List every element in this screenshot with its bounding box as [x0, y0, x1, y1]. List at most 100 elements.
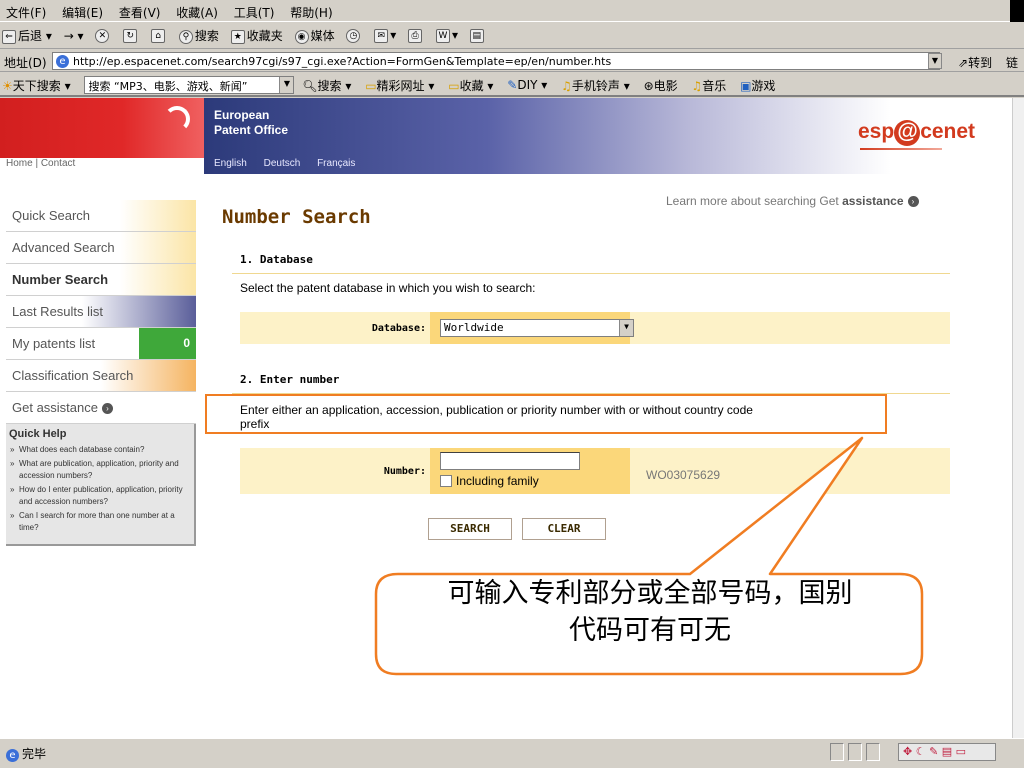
history-icon: ◷ [346, 28, 361, 43]
dropdown-icon[interactable]: ▼ [279, 77, 294, 93]
arrow-right-icon: › [907, 196, 919, 208]
toolbar-search-button[interactable]: 🔍︎搜索 ▾ [302, 77, 351, 94]
address-label: 地址(D) [4, 56, 47, 70]
web-page: Home | Contact European Patent Office En… [0, 98, 1012, 738]
home-contact-links[interactable]: Home | Contact [6, 158, 75, 169]
search-icon: ⚲ [178, 29, 193, 44]
lang-deutsch[interactable]: Deutsch [264, 158, 301, 169]
window-corner [1010, 0, 1024, 22]
page-title: Number Search [222, 206, 371, 228]
edit-icon: W [435, 28, 450, 43]
favorites-icon: ★ [230, 29, 245, 44]
espacenet-logo[interactable]: esp @ cenet [858, 120, 975, 146]
media-icon: ◉ [294, 29, 309, 44]
search-submit-button[interactable]: SEARCH [428, 518, 512, 540]
number-label: Number: [383, 466, 426, 477]
quick-help-title: Quick Help [9, 428, 67, 440]
address-url: http://ep.espacenet.com/search97cgi/s97_… [73, 55, 612, 68]
database-label: Database: [371, 323, 426, 334]
discuss-icon: ▤ [469, 28, 484, 43]
address-input[interactable]: e http://ep.espacenet.com/search97cgi/s9… [52, 52, 940, 70]
quick-help-link[interactable]: What are publication, application, prior… [9, 458, 191, 482]
menu-favorites[interactable]: 收藏(A) [170, 0, 224, 21]
sidebar-item-my-patents[interactable]: My patents list 0 [6, 328, 196, 360]
sidebar-item-classification-search[interactable]: Classification Search [6, 360, 196, 392]
music-note-icon: ♫ [561, 78, 572, 93]
logo-underline [860, 148, 942, 150]
edit-button[interactable]: W ▾ [435, 28, 458, 43]
highlight-box [205, 394, 887, 434]
search-button[interactable]: ⚲ 搜索 [178, 27, 219, 44]
forward-button[interactable]: → ▾ [64, 29, 84, 43]
toolbar-link-diy[interactable]: ✎DIY ▾ [507, 78, 547, 92]
print-icon: ⎙ [408, 28, 423, 43]
ie-page-icon: e [6, 749, 19, 762]
toolbar-search-input[interactable]: 搜索 “MP3、电影、游戏、新闻” ▼ [84, 76, 295, 94]
home-button[interactable]: ⌂ [151, 28, 167, 43]
menu-bar: 文件(F) 编辑(E) 查看(V) 收藏(A) 工具(T) 帮助(H) [0, 0, 1024, 22]
number-input[interactable] [440, 452, 580, 470]
go-arrow-icon: ⇗ [958, 56, 969, 70]
toolbar-link-games[interactable]: ▣游戏 [740, 77, 775, 94]
toolbar-link-favorites[interactable]: ▭收藏 ▾ [448, 77, 493, 94]
toolbar-link-sites[interactable]: ▭精彩网址 ▾ [365, 77, 434, 94]
vertical-scrollbar[interactable] [1012, 98, 1024, 738]
toolbar-link-music[interactable]: ♫音乐 [691, 77, 726, 94]
film-icon: ⊛ [643, 78, 654, 93]
epo-logo-area [0, 98, 204, 158]
sidebar-item-get-assistance[interactable]: Get assistance › [6, 392, 196, 424]
clear-button[interactable]: CLEAR [522, 518, 606, 540]
menu-file[interactable]: 文件(F) [0, 0, 52, 21]
print-button[interactable]: ⎙ [408, 28, 424, 43]
go-button[interactable]: ⇗转到 [958, 54, 992, 71]
back-button[interactable]: ⇐ 后退 ▾ [2, 27, 52, 44]
quick-help-link[interactable]: What does each database contain? [9, 444, 191, 456]
database-select[interactable]: Worldwide ▼ [440, 319, 634, 337]
refresh-button[interactable]: ↻ [123, 28, 139, 43]
mail-button[interactable]: ✉ ▾ [374, 28, 396, 43]
sidebar-item-quick-search[interactable]: Quick Search [6, 200, 196, 232]
back-arrow-icon: ⇐ [2, 29, 16, 44]
status-cell [830, 743, 844, 761]
history-button[interactable]: ◷ [346, 28, 362, 43]
menu-edit[interactable]: 编辑(E) [56, 0, 109, 21]
status-text: e 完毕 [6, 745, 46, 762]
toolbar-link-ringtones[interactable]: ♫手机铃声 ▾ [561, 77, 630, 94]
ime-toolbar[interactable]: ✥ ☾ ✎ ▤ ▭ [898, 743, 996, 761]
home-icon: ⌂ [151, 28, 166, 43]
ime-icon: ✥ ☾ ✎ ▤ ▭ [903, 745, 967, 758]
folder-icon: ▭ [448, 78, 460, 93]
organization-name: European Patent Office [214, 108, 289, 137]
quick-help-link[interactable]: How do I enter publication, application,… [9, 484, 191, 508]
menu-view[interactable]: 查看(V) [113, 0, 167, 21]
sidebar-item-advanced-search[interactable]: Advanced Search [6, 232, 196, 264]
quick-help-panel: Quick Help What does each database conta… [6, 424, 196, 546]
arrow-right-icon: › [102, 403, 113, 415]
learn-more-link[interactable]: Learn more about searching Get assistanc… [666, 194, 919, 208]
including-family-checkbox[interactable] [440, 475, 452, 487]
dropdown-icon: ▼ [619, 320, 633, 336]
media-button[interactable]: ◉ 媒体 [294, 27, 335, 44]
menu-tools[interactable]: 工具(T) [228, 0, 281, 21]
stop-button[interactable]: ✕ [95, 28, 111, 43]
sidebar-item-number-search[interactable]: Number Search [6, 264, 196, 296]
quick-help-link[interactable]: Can I search for more than one number at… [9, 510, 191, 534]
tianxia-search-button[interactable]: ☀天下搜索 ▾ [2, 77, 71, 94]
discuss-button[interactable]: ▤ [469, 28, 486, 43]
address-bar: 地址(D) e http://ep.espacenet.com/search97… [0, 50, 1024, 72]
section-number-title: 2. Enter number [240, 373, 340, 386]
lang-english[interactable]: English [214, 158, 247, 169]
status-bar: e 完毕 ✥ ☾ ✎ ▤ ▭ [0, 738, 1024, 768]
sidebar-item-last-results[interactable]: Last Results list [6, 296, 196, 328]
status-cell [866, 743, 880, 761]
lang-francais[interactable]: Français [317, 158, 355, 169]
ie-page-icon: e [56, 55, 69, 68]
favorites-button[interactable]: ★ 收藏夹 [230, 27, 283, 44]
epo-logo-icon [164, 106, 190, 132]
menu-help[interactable]: 帮助(H) [284, 0, 338, 21]
forward-arrow-icon: → ▾ [63, 28, 84, 43]
links-button[interactable]: 链 [1006, 54, 1018, 71]
game-icon: ▣ [740, 78, 752, 93]
toolbar-link-movies[interactable]: ⊛电影 [644, 77, 678, 94]
address-dropdown-icon[interactable]: ▼ [928, 53, 942, 69]
